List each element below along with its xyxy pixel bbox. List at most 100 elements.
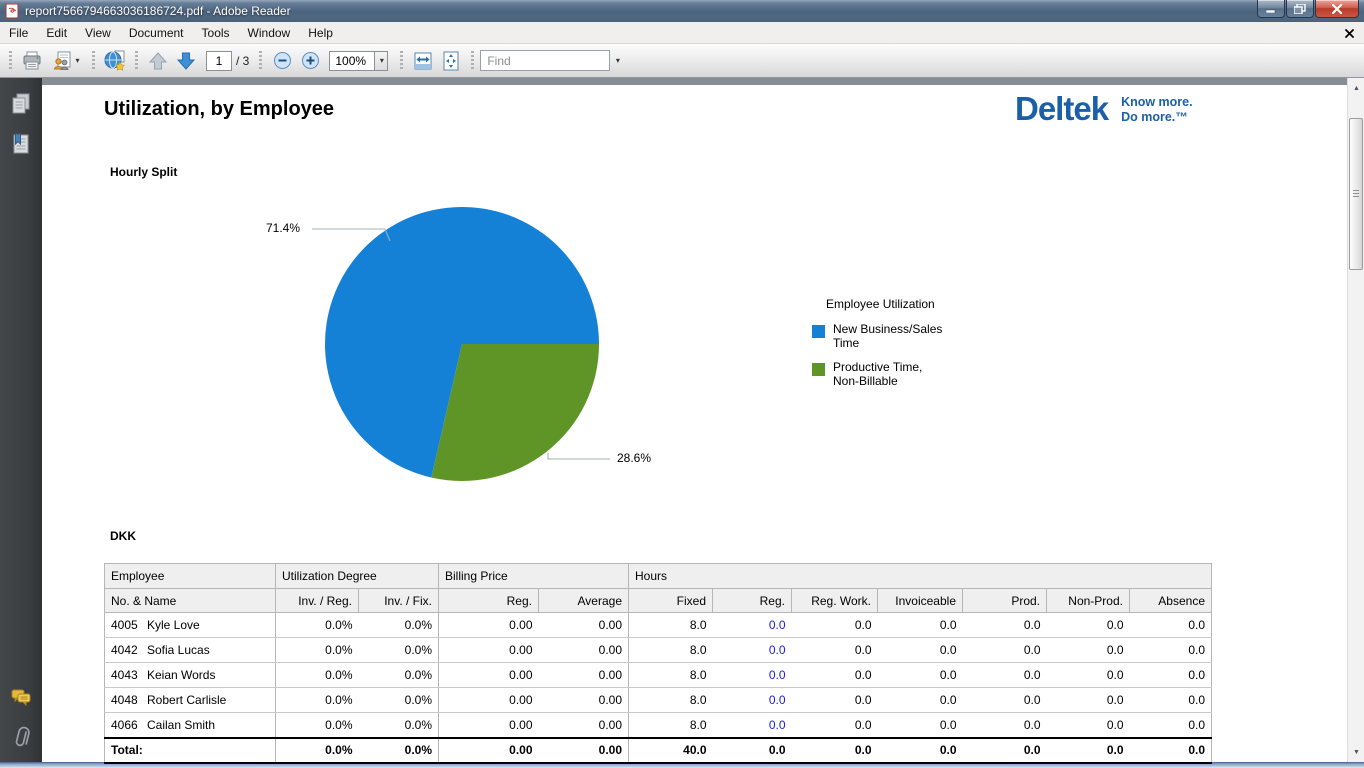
toolbar-grip[interactable]	[471, 51, 474, 71]
legend-title: Employee Utilization	[826, 297, 962, 311]
scrollbar-grip	[1353, 190, 1359, 198]
value-cell: 0.00	[439, 713, 539, 738]
table-row: 4048Robert Carlisle0.0%0.0%0.000.008.00.…	[105, 688, 1212, 713]
titlebar[interactable]: report7566794663036186724.pdf - Adobe Re…	[0, 0, 1364, 22]
value-cell: 0.0%	[359, 688, 439, 713]
value-cell: 0.0	[792, 713, 878, 738]
toolbar-grip[interactable]	[135, 51, 138, 71]
value-cell: 0.0	[1130, 663, 1212, 688]
value-cell: 0.0	[963, 688, 1047, 713]
value-cell: 0.0	[878, 613, 963, 638]
table-row: 4042Sofia Lucas0.0%0.0%0.000.008.00.00.0…	[105, 638, 1212, 663]
value-cell: 0.0%	[359, 613, 439, 638]
bookmarks-icon[interactable]	[9, 132, 33, 156]
table-column-header: Invoiceable	[878, 589, 963, 613]
toolbar-grip[interactable]	[259, 51, 262, 71]
toolbar-grip[interactable]	[9, 51, 12, 71]
menu-item-help[interactable]: Help	[299, 23, 342, 43]
table-column-header: Inv. / Reg.	[276, 589, 359, 613]
employee-name-cell: 4042Sofia Lucas	[105, 638, 276, 663]
value-cell[interactable]: 0.0	[713, 613, 792, 638]
deltek-tagline: Know more. Do more.™	[1121, 95, 1193, 125]
print-button[interactable]	[18, 47, 46, 75]
menu-item-file[interactable]: File	[0, 23, 37, 43]
menu-item-view[interactable]: View	[76, 23, 120, 43]
tagline-line2: Do more.™	[1121, 110, 1188, 124]
tagline-line1: Know more.	[1121, 95, 1193, 109]
employee-number: 4048	[111, 693, 147, 707]
adobe-reader-window: report7566794663036186724.pdf - Adobe Re…	[0, 0, 1364, 768]
value-cell: 0.00	[439, 663, 539, 688]
table-group-header: Utilization Degree	[276, 564, 439, 589]
value-cell[interactable]: 0.0	[713, 663, 792, 688]
next-page-button[interactable]	[172, 47, 200, 75]
navigation-sidebar	[0, 78, 42, 762]
main-area: Utilization, by Employee Deltek Know mor…	[0, 78, 1364, 762]
share-online-button[interactable]	[101, 47, 129, 75]
value-cell: 0.00	[439, 688, 539, 713]
zoom-caret-icon: ▾	[380, 56, 384, 65]
toolbar-grip[interactable]	[92, 51, 95, 71]
attachments-paperclip-icon[interactable]	[9, 726, 33, 750]
find-input[interactable]	[480, 50, 610, 71]
value-cell: 0.00	[539, 713, 629, 738]
employee-name-cell: 4043Keian Words	[105, 663, 276, 688]
value-cell: 0.00	[439, 638, 539, 663]
close-button[interactable]	[1315, 0, 1359, 18]
minimize-button[interactable]	[1257, 0, 1285, 18]
value-cell: 0.0	[792, 638, 878, 663]
employee-number: 4043	[111, 668, 147, 682]
toolbar-grip[interactable]	[400, 51, 403, 71]
value-cell: 0.0%	[359, 638, 439, 663]
window-controls	[1256, 0, 1359, 18]
table-row: 4066Cailan Smith0.0%0.0%0.000.008.00.00.…	[105, 713, 1212, 738]
table-column-header: Prod.	[963, 589, 1047, 613]
value-cell: 0.0%	[276, 688, 359, 713]
previous-page-button[interactable]	[144, 47, 172, 75]
menu-items: FileEditViewDocumentToolsWindowHelp	[0, 23, 342, 43]
employee-number: 4005	[111, 618, 147, 632]
menu-item-edit[interactable]: Edit	[37, 23, 76, 43]
legend-swatch-icon	[812, 363, 825, 376]
employee-name: Robert Carlisle	[147, 693, 226, 707]
menu-item-document[interactable]: Document	[120, 23, 193, 43]
value-cell: 0.0	[878, 638, 963, 663]
value-cell: 0.0%	[276, 713, 359, 738]
page-thumbnails-icon[interactable]	[9, 92, 33, 116]
total-label-cell: Total:	[105, 738, 276, 763]
fit-page-button[interactable]	[437, 47, 465, 75]
pie-label-green: 28.6%	[617, 451, 651, 465]
comments-icon[interactable]	[9, 686, 33, 710]
table-column-header: Reg.	[713, 589, 792, 613]
value-cell: 0.0%	[359, 663, 439, 688]
zoom-dropdown-button[interactable]: ▾	[375, 51, 388, 71]
zoom-out-button[interactable]	[268, 47, 296, 75]
employee-name-cell: 4005Kyle Love	[105, 613, 276, 638]
fit-width-button[interactable]	[409, 47, 437, 75]
utilization-table: EmployeeUtilization DegreeBilling PriceH…	[104, 563, 1212, 764]
scroll-down-icon[interactable]: ▼	[1348, 744, 1364, 760]
menu-item-tools[interactable]: Tools	[193, 23, 239, 43]
page-number-input[interactable]	[206, 51, 232, 71]
scroll-up-icon[interactable]: ▲	[1348, 80, 1364, 96]
value-cell[interactable]: 0.0	[713, 688, 792, 713]
value-cell[interactable]: 0.0	[713, 713, 792, 738]
scrollbar-thumb[interactable]	[1349, 118, 1363, 270]
zoom-in-button[interactable]	[296, 47, 324, 75]
value-cell: 0.0	[963, 638, 1047, 663]
find-dropdown-button[interactable]: ▾	[610, 50, 624, 71]
zoom-level-input[interactable]: 100%	[329, 51, 375, 71]
restore-button[interactable]	[1286, 0, 1314, 18]
table-column-header: Absence	[1130, 589, 1212, 613]
close-document-icon[interactable]	[1342, 26, 1356, 40]
vertical-scrollbar[interactable]: ▲ ▼	[1347, 78, 1364, 762]
collaborate-button[interactable]: ▾	[46, 47, 86, 75]
menu-item-window[interactable]: Window	[239, 23, 300, 43]
value-cell[interactable]: 0.0	[713, 638, 792, 663]
deltek-brand-text: Deltek	[1015, 91, 1108, 127]
currency-label: DKK	[110, 529, 136, 543]
value-cell: 0.00	[539, 688, 629, 713]
value-cell: 0.0%	[276, 663, 359, 688]
toolbar: ▾ / 3 100% ▾ ▾	[0, 44, 1364, 78]
value-cell: 0.00	[539, 663, 629, 688]
